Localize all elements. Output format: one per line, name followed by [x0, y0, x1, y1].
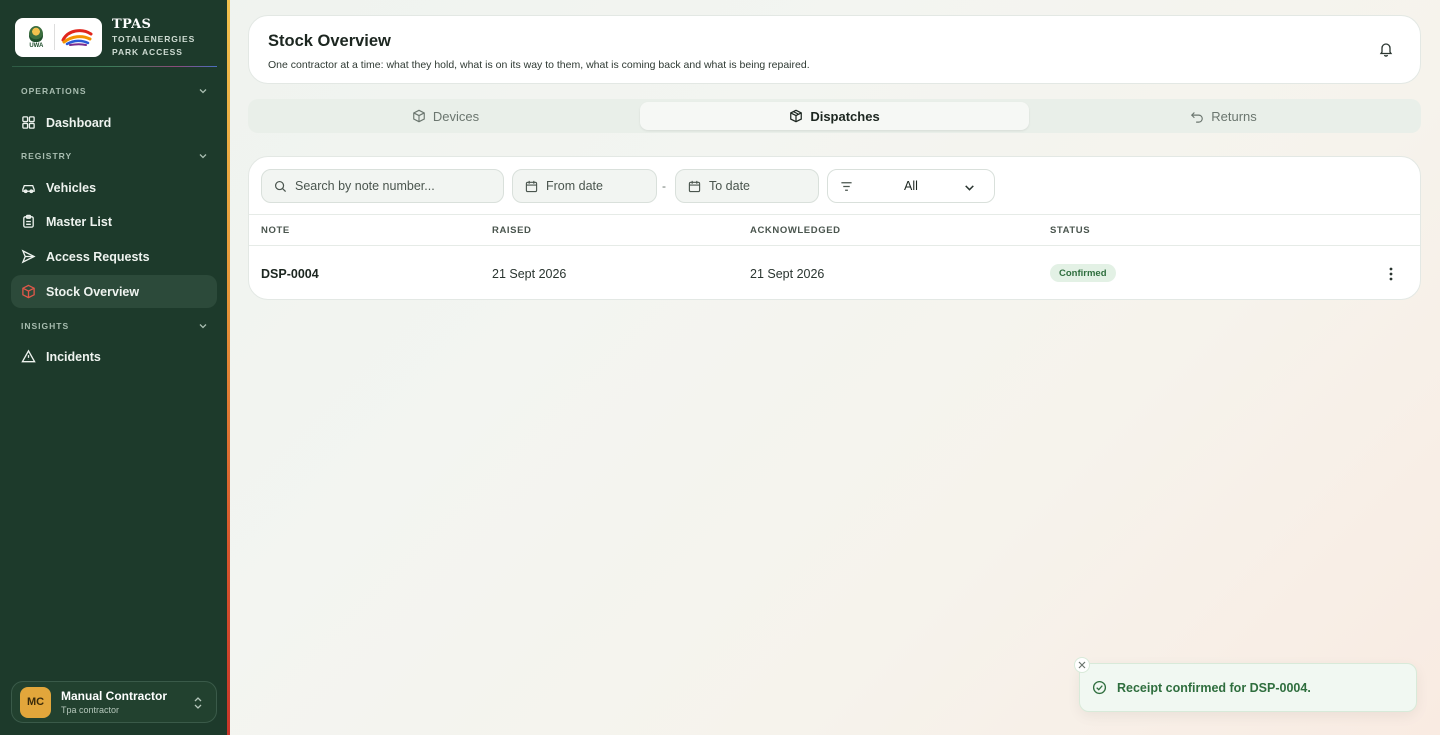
to-date-field[interactable]: To date	[675, 169, 819, 203]
check-circle-icon	[1092, 680, 1107, 695]
table-row[interactable]: DSP-0004 21 Sept 2026 21 Sept 2026 Confi…	[249, 247, 1420, 299]
cell-note: DSP-0004	[261, 267, 319, 281]
tab-devices[interactable]: Devices	[251, 102, 640, 130]
tab-returns[interactable]: Returns	[1029, 102, 1418, 130]
page-subtitle: One contractor at a time: what they hold…	[268, 59, 810, 71]
filter-bar: From date - To date All	[249, 157, 1420, 215]
user-menu[interactable]: MC Manual Contractor Tpa contractor	[11, 681, 217, 723]
dispatches-table-card: From date - To date All NOTE RAISED ACKN…	[248, 156, 1421, 300]
chevron-down-icon	[199, 324, 207, 329]
sidebar-item-stock-overview[interactable]: Stock Overview	[11, 275, 217, 308]
column-header-status[interactable]: STATUS	[1050, 225, 1090, 236]
status-badge: Confirmed	[1050, 264, 1116, 282]
column-header-raised[interactable]: RAISED	[492, 225, 532, 236]
more-vertical-icon[interactable]	[1384, 266, 1398, 282]
sidebar-item-vehicles[interactable]: Vehicles	[11, 171, 217, 204]
search-input[interactable]	[295, 179, 485, 193]
avatar: MC	[20, 686, 51, 718]
clipboard-icon	[21, 214, 36, 229]
chevron-down-icon	[199, 89, 207, 94]
page-title: Stock Overview	[268, 32, 391, 50]
package-icon	[21, 284, 36, 299]
totalenergies-logo	[61, 29, 93, 46]
calendar-icon	[525, 180, 538, 192]
toast-notification: Receipt confirmed for DSP-0004.	[1074, 657, 1417, 712]
column-header-note[interactable]: NOTE	[261, 225, 290, 236]
send-icon	[21, 249, 36, 264]
brand[interactable]: UWA TPAS TOTALENERGIES PARK ACCESS	[15, 15, 215, 59]
dashboard-grid-icon	[21, 115, 36, 130]
brand-title: TPAS	[112, 16, 152, 32]
sidebar-item-access-requests[interactable]: Access Requests	[11, 240, 217, 273]
chevron-down-icon	[965, 185, 974, 191]
filter-icon	[841, 181, 852, 191]
chevron-down-icon	[199, 154, 207, 159]
package-icon	[790, 109, 803, 123]
cell-acknowledged: 21 Sept 2026	[750, 267, 825, 281]
user-role: Tpa contractor	[61, 705, 120, 715]
tab-bar: Devices Dispatches Returns	[248, 99, 1421, 133]
brand-subtitle-1: TOTALENERGIES	[112, 33, 196, 44]
sidebar-item-incidents[interactable]: Incidents	[11, 340, 217, 373]
undo-icon	[1191, 112, 1204, 123]
brand-subtitle-2: PARK ACCESS	[112, 46, 183, 57]
warning-triangle-icon	[21, 349, 36, 364]
box-icon	[413, 109, 425, 123]
status-filter-value: All	[904, 179, 918, 193]
chevron-up-down-icon	[194, 697, 202, 709]
sidebar-accent-edge	[227, 0, 230, 735]
search-field[interactable]	[261, 169, 504, 203]
date-range-separator: -	[662, 179, 666, 193]
sidebar-item-dashboard[interactable]: Dashboard	[11, 106, 217, 139]
car-icon	[21, 180, 36, 195]
section-operations[interactable]: OPERATIONS	[21, 84, 208, 98]
brand-logos: UWA	[15, 17, 102, 57]
page-header: Stock Overview One contractor at a time:…	[248, 15, 1421, 84]
from-date-field[interactable]: From date	[512, 169, 657, 203]
cell-raised: 21 Sept 2026	[492, 267, 567, 281]
calendar-icon	[688, 180, 701, 192]
status-filter-select[interactable]: All	[827, 169, 995, 203]
toast-message: Receipt confirmed for DSP-0004.	[1117, 680, 1311, 695]
brand-divider	[12, 66, 217, 67]
bell-icon[interactable]	[1378, 41, 1394, 57]
brand-text: TPAS TOTALENERGIES PARK ACCESS	[112, 17, 195, 58]
close-icon	[1078, 661, 1086, 669]
sidebar: UWA TPAS TOTALENERGIES PARK ACCESS OPERA…	[0, 0, 227, 735]
section-insights[interactable]: INSIGHTS	[21, 319, 208, 333]
toast-close-button[interactable]	[1074, 657, 1090, 673]
column-header-acknowledged[interactable]: ACKNOWLEDGED	[750, 225, 841, 236]
table-header: NOTE RAISED ACKNOWLEDGED STATUS	[249, 215, 1420, 246]
uwa-logo: UWA	[23, 22, 49, 52]
tab-dispatches[interactable]: Dispatches	[640, 102, 1029, 130]
search-icon	[274, 180, 287, 192]
user-name: Manual Contractor	[61, 689, 168, 703]
sidebar-item-master-list[interactable]: Master List	[11, 205, 217, 238]
section-registry[interactable]: REGISTRY	[21, 149, 208, 163]
